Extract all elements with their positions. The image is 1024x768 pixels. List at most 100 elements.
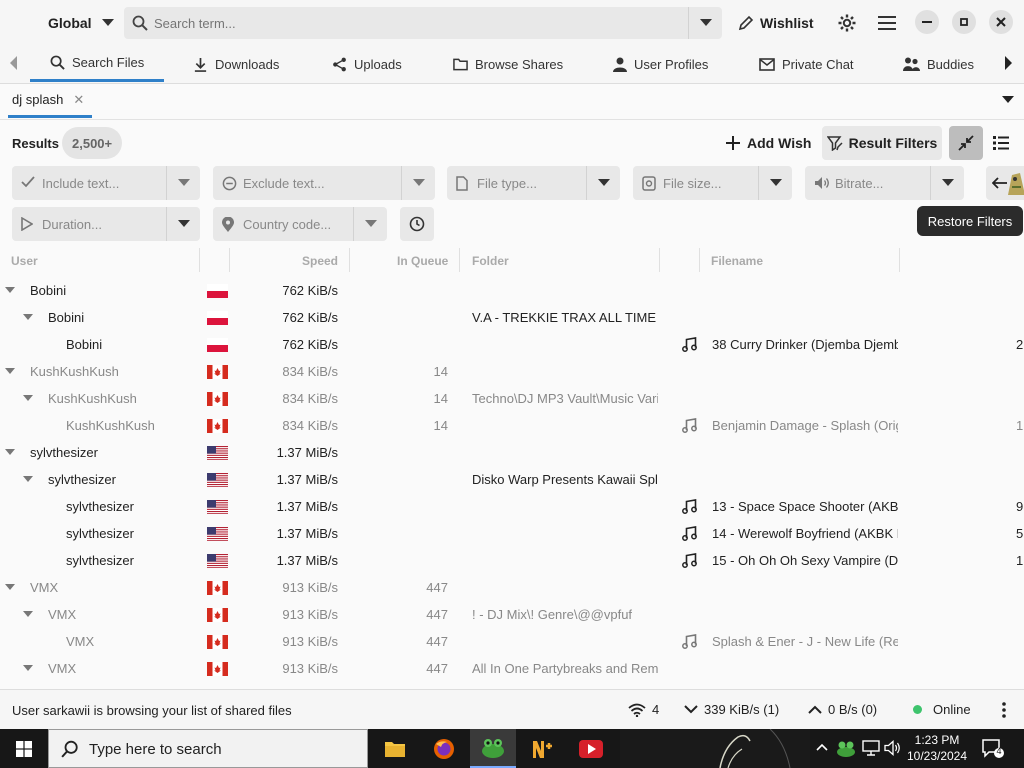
column-header-user[interactable]: User	[11, 254, 38, 268]
table-row[interactable]: sylvthesizer 1.37 MiB/s 15 - Oh Oh Oh Sexy…	[0, 547, 1024, 574]
row-filename: 38 Curry Drinker (Djemba Djemba Remix)	[712, 337, 898, 352]
flag-pl-icon	[207, 338, 228, 352]
table-row[interactable]: VMX 913 KiB/s 447 All In One Partybreaks an…	[0, 655, 1024, 682]
chevron-up-icon[interactable]	[816, 743, 828, 751]
results-count-badge: 2,500+	[62, 127, 123, 159]
search-icon	[132, 15, 148, 31]
table-row[interactable]: VMX 913 KiB/s 447	[0, 574, 1024, 601]
table-row[interactable]: sylvthesizer 1.37 MiB/s 13 - Space Space S…	[0, 493, 1024, 520]
table-row[interactable]: Bobini 762 KiB/s 38 Curry Drinker (Djemba …	[0, 331, 1024, 358]
wishlist-button[interactable]: Wishlist	[738, 8, 814, 38]
add-wish-button[interactable]: Add Wish	[718, 127, 819, 159]
tab-user-profiles[interactable]: User Profiles	[613, 46, 708, 82]
duration-dropdown[interactable]	[166, 207, 200, 241]
restore-filters-button[interactable]	[986, 166, 1024, 200]
include-dropdown[interactable]	[166, 166, 200, 200]
include-text-filter[interactable]: Include text...	[12, 166, 200, 200]
file-explorer-app[interactable]	[372, 729, 418, 768]
expander-icon[interactable]	[5, 368, 15, 374]
share-icon	[333, 57, 346, 71]
firefox-app[interactable]	[421, 729, 467, 768]
scroll-left-icon[interactable]	[10, 56, 18, 70]
mail-icon	[759, 57, 775, 71]
close-icon[interactable]: ✕	[73, 92, 84, 108]
flag-us-icon	[207, 473, 228, 487]
duration-filter[interactable]: Duration...	[12, 207, 200, 241]
upload-speed-indicator[interactable]: 0 B/s (0)	[808, 702, 877, 717]
collapse-all-button[interactable]	[949, 126, 983, 160]
expander-icon[interactable]	[23, 476, 33, 482]
maximize-button[interactable]	[952, 10, 976, 34]
exclude-dropdown[interactable]	[401, 166, 435, 200]
column-header-in-queue[interactable]: In Queue	[397, 254, 448, 268]
tab-buddies[interactable]: Buddies	[903, 46, 974, 82]
tab-uploads[interactable]: Uploads	[332, 46, 402, 82]
online-status[interactable]: Online	[913, 702, 971, 717]
search-input[interactable]	[154, 13, 674, 33]
download-speed-indicator[interactable]: 339 KiB/s (1)	[684, 702, 779, 717]
more-options-icon[interactable]	[1002, 702, 1006, 718]
table-row[interactable]: VMX 913 KiB/s 447 Splash & Ener - J - New L…	[0, 628, 1024, 655]
file-size-filter[interactable]: File size...	[633, 166, 792, 200]
country-code-dropdown[interactable]	[353, 207, 387, 241]
notification-center-button[interactable]: 4	[982, 739, 1004, 759]
table-row[interactable]: VMX 913 KiB/s 447 ! - DJ Mix\! Genre\@@vpfu…	[0, 601, 1024, 628]
exclude-text-filter[interactable]: Exclude text...	[213, 166, 435, 200]
table-row[interactable]: Bobini 762 KiB/s	[0, 277, 1024, 304]
status-message: User sarkawii is browsing your list of s…	[12, 703, 292, 718]
search-history-dropdown[interactable]	[688, 7, 722, 39]
connections-count: 4	[652, 702, 660, 717]
notepad-plus-app[interactable]	[519, 729, 565, 768]
column-header-filename[interactable]: Filename	[711, 254, 763, 268]
main-menu-button[interactable]	[874, 10, 900, 36]
table-row[interactable]: sylvthesizer 1.37 MiB/s	[0, 439, 1024, 466]
close-window-button[interactable]	[989, 10, 1013, 34]
tab-browse-shares[interactable]: Browse Shares	[453, 46, 563, 82]
expander-icon[interactable]	[23, 665, 33, 671]
minimize-button[interactable]	[915, 10, 939, 34]
bitrate-dropdown[interactable]	[930, 166, 964, 200]
expander-icon[interactable]	[5, 449, 15, 455]
row-folder: ! - DJ Mix\! Genre\@@vpfuf	[472, 607, 633, 622]
query-tab-dj-splash[interactable]: dj splash ✕	[8, 84, 93, 118]
table-row[interactable]: KushKushKush 834 KiB/s 14 Benjamin Damage -…	[0, 412, 1024, 439]
expander-icon[interactable]	[23, 395, 33, 401]
free-slot-filter-button[interactable]	[400, 207, 434, 241]
scope-dropdown[interactable]: Global	[38, 8, 124, 38]
taskbar-search-placeholder: Type here to search	[89, 741, 222, 758]
tab-search-files[interactable]: Search Files	[30, 46, 164, 82]
expander-icon[interactable]	[5, 584, 15, 590]
network-icon[interactable]	[862, 740, 880, 756]
media-player-app[interactable]	[568, 729, 614, 768]
table-row[interactable]: KushKushKush 834 KiB/s 14	[0, 358, 1024, 385]
table-row[interactable]: sylvthesizer 1.37 MiB/s Disko Warp Present…	[0, 466, 1024, 493]
nicotine-app[interactable]	[470, 729, 516, 768]
file-type-dropdown[interactable]	[586, 166, 620, 200]
column-header-folder[interactable]: Folder	[472, 254, 509, 268]
column-header-speed[interactable]: Speed	[302, 254, 338, 268]
file-size-dropdown[interactable]	[758, 166, 792, 200]
expander-icon[interactable]	[5, 287, 15, 293]
connections-indicator[interactable]: 4	[628, 702, 659, 717]
expander-icon[interactable]	[23, 314, 33, 320]
column-divider	[659, 248, 660, 272]
table-row[interactable]: KushKushKush 834 KiB/s 14 Techno\DJ MP3 Vau…	[0, 385, 1024, 412]
expander-icon[interactable]	[23, 611, 33, 617]
file-type-filter[interactable]: File type...	[447, 166, 620, 200]
scroll-right-icon[interactable]	[1005, 56, 1013, 70]
system-clock[interactable]: 1:23 PM 10/23/2024	[900, 732, 974, 764]
preferences-button[interactable]	[834, 10, 860, 36]
country-code-filter[interactable]: Country code...	[213, 207, 387, 241]
list-view-button[interactable]	[985, 126, 1017, 160]
table-row[interactable]: sylvthesizer 1.37 MiB/s 14 - Werewolf Boyf…	[0, 520, 1024, 547]
tab-private-chat[interactable]: Private Chat	[759, 46, 854, 82]
taskbar-search-box[interactable]: Type here to search	[48, 729, 368, 768]
bitrate-filter[interactable]: Bitrate...	[805, 166, 964, 200]
table-row[interactable]: Bobini 762 KiB/s V.A - TREKKIE TRAX ALL TI…	[0, 304, 1024, 331]
chevron-down-icon[interactable]	[1002, 96, 1014, 104]
tab-downloads[interactable]: Downloads	[193, 46, 279, 82]
file-icon	[456, 176, 468, 191]
start-button[interactable]	[0, 729, 48, 768]
nicotine-tray-icon[interactable]	[836, 740, 856, 758]
result-filters-button[interactable]: Result Filters	[822, 126, 942, 160]
